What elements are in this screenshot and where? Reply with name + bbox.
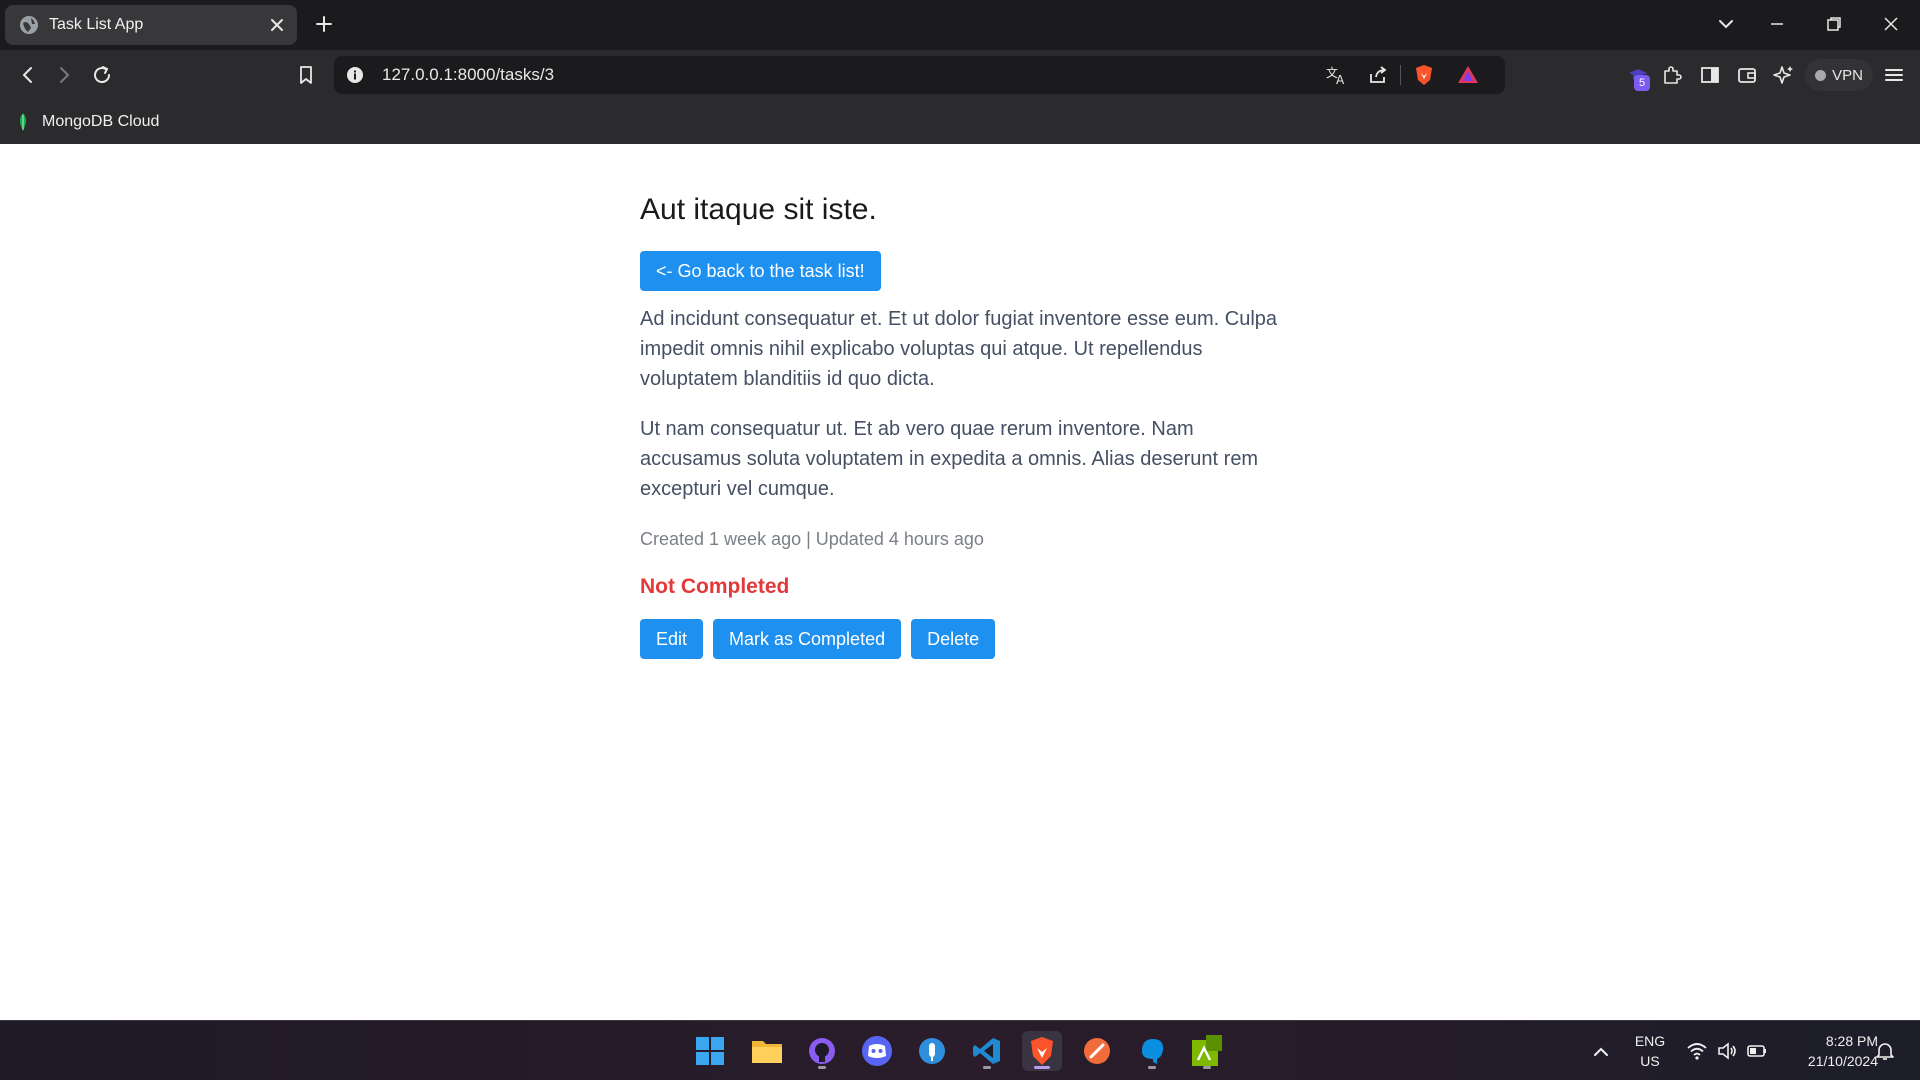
tab-search-chevron-icon[interactable]	[1714, 12, 1738, 36]
github-icon	[809, 1038, 835, 1064]
back-to-task-list-button[interactable]: <- Go back to the task list!	[640, 251, 881, 291]
close-window-icon[interactable]	[1879, 12, 1903, 36]
running-indicator	[1203, 1066, 1211, 1069]
reload-icon[interactable]	[90, 63, 114, 87]
tab-title: Task List App	[49, 16, 144, 33]
windows-logo-icon	[696, 1037, 724, 1065]
taskbar-discord[interactable]	[857, 1031, 897, 1071]
taskbar-start-button[interactable]	[690, 1031, 730, 1071]
api-client-icon	[919, 1038, 945, 1064]
mark-as-completed-button[interactable]: Mark as Completed	[713, 619, 902, 659]
wifi-icon[interactable]	[1686, 1040, 1708, 1062]
taskbar-github-desktop[interactable]	[802, 1031, 842, 1071]
running-indicator	[1148, 1066, 1156, 1069]
menu-hamburger-icon[interactable]	[1882, 63, 1906, 87]
bookmark-label: MongoDB Cloud	[42, 113, 160, 130]
language-indicator[interactable]: ENG US	[1630, 1031, 1670, 1071]
brave-shields-icon[interactable]	[1412, 63, 1436, 87]
site-info-icon[interactable]	[346, 66, 364, 84]
brave-icon	[1031, 1037, 1053, 1065]
taskbar-api-client[interactable]	[912, 1031, 952, 1071]
task-detail: Aut itaque sit iste. <- Go back to the t…	[640, 190, 1280, 659]
address-bar[interactable]: 127.0.0.1:8000/tasks/3 文 A	[334, 56, 1505, 94]
language-code: ENG	[1634, 1033, 1666, 1049]
extension-badge-count: 5	[1634, 75, 1650, 91]
close-tab-icon[interactable]	[267, 15, 287, 35]
navigation-bar: 127.0.0.1:8000/tasks/3 文 A 5 VPN	[0, 50, 1920, 100]
tab-task-list-app[interactable]: Task List App	[5, 5, 297, 45]
git-tool-icon	[1084, 1038, 1110, 1064]
restore-icon[interactable]	[1822, 12, 1846, 36]
clock-date: 21/10/2024	[1807, 1053, 1878, 1069]
battery-icon[interactable]	[1746, 1040, 1768, 1062]
running-indicator	[818, 1066, 826, 1069]
chevron-up-icon[interactable]	[1590, 1041, 1612, 1063]
clock-time: 8:28 PM	[1825, 1033, 1878, 1049]
description-paragraph-1: Ad incidunt consequatur et. Et ut dolor …	[640, 308, 1278, 390]
forward-arrow-icon[interactable]	[52, 63, 76, 87]
minimize-icon[interactable]	[1765, 12, 1789, 36]
task-description: Ad incidunt consequatur et. Et ut dolor …	[640, 304, 1280, 524]
share-icon[interactable]	[1366, 63, 1390, 87]
terminal-app-icon	[1192, 1035, 1222, 1066]
folder-icon	[752, 1041, 782, 1063]
extension-badge-icon[interactable]: 5	[1626, 63, 1650, 91]
volume-icon[interactable]	[1716, 1040, 1738, 1062]
mongodb-leaf-icon	[19, 113, 27, 131]
delete-button[interactable]: Delete	[911, 619, 996, 659]
notification-bell-icon[interactable]	[1874, 1040, 1896, 1062]
taskbar-database-app[interactable]	[1132, 1031, 1172, 1071]
task-actions: Edit Mark as Completed Delete	[640, 619, 996, 659]
brave-rewards-icon[interactable]	[1456, 63, 1480, 87]
vscode-icon	[973, 1038, 1000, 1064]
tab-bar: Task List App	[0, 0, 1920, 50]
edit-button[interactable]: Edit	[640, 619, 704, 659]
status-badge: Not Completed	[640, 575, 790, 598]
vpn-button[interactable]: VPN	[1805, 59, 1873, 91]
globe-icon	[20, 16, 38, 34]
wallet-icon[interactable]	[1735, 63, 1759, 87]
discord-icon	[862, 1036, 892, 1066]
taskbar-vscode[interactable]	[967, 1031, 1007, 1071]
bookmark-icon[interactable]	[294, 63, 318, 87]
taskbar-brave-browser[interactable]	[1022, 1031, 1062, 1071]
database-app-icon	[1142, 1039, 1164, 1064]
taskbar-terminal-app[interactable]	[1187, 1031, 1227, 1071]
windows-taskbar: ENG US 8:28 PM 21/10/2024	[0, 1020, 1920, 1080]
extensions-puzzle-icon[interactable]	[1660, 63, 1684, 87]
taskbar-git-tool[interactable]	[1077, 1031, 1117, 1071]
new-tab-icon[interactable]	[312, 12, 336, 36]
description-paragraph-2: Ut nam consequatur ut. Et ab vero quae r…	[640, 418, 1259, 500]
svg-text:A: A	[1336, 73, 1345, 87]
vpn-label: VPN	[1832, 66, 1863, 84]
translate-icon[interactable]: 文 A	[1324, 63, 1348, 87]
running-indicator	[983, 1066, 991, 1069]
clock[interactable]: 8:28 PM 21/10/2024	[1782, 1031, 1878, 1071]
active-indicator	[1034, 1066, 1050, 1069]
back-arrow-icon[interactable]	[16, 63, 40, 87]
taskbar-file-explorer[interactable]	[747, 1031, 787, 1071]
page-title: Aut itaque sit iste.	[640, 193, 877, 226]
task-timestamps: Created 1 week ago | Updated 4 hours ago	[640, 529, 984, 549]
vpn-status-icon	[1815, 69, 1827, 81]
leo-ai-icon[interactable]	[1772, 63, 1796, 87]
sidebar-icon[interactable]	[1698, 63, 1722, 87]
bookmarks-bar: MongoDB Cloud	[0, 100, 1920, 144]
bookmark-mongodb-cloud[interactable]: MongoDB Cloud	[16, 109, 159, 135]
url-text[interactable]: 127.0.0.1:8000/tasks/3	[382, 65, 554, 85]
region-code: US	[1640, 1053, 1660, 1069]
address-bar-divider	[1400, 65, 1401, 85]
